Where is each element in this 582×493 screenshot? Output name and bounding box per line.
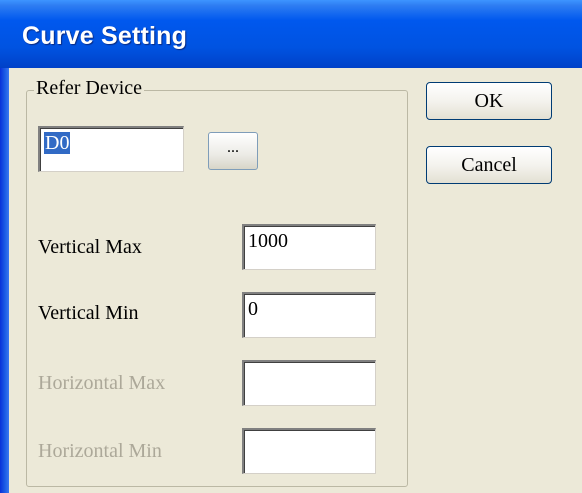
horizontal-min-input[interactable] (242, 428, 376, 474)
browse-device-button[interactable]: ... (208, 132, 258, 170)
horizontal-min-label: Horizontal Min (38, 440, 162, 462)
vertical-min-label: Vertical Min (38, 302, 139, 324)
window-frame-left (0, 68, 9, 493)
refer-device-value: D0 (44, 132, 71, 154)
vertical-max-label: Vertical Max (38, 236, 142, 258)
window-title: Curve Setting (22, 22, 188, 50)
vertical-min-input[interactable]: 0 (242, 292, 376, 338)
cancel-button[interactable]: Cancel (426, 146, 552, 184)
refer-device-input[interactable]: D0 (38, 126, 184, 172)
refer-device-group-label: Refer Device (34, 77, 145, 100)
vertical-max-input[interactable]: 1000 (242, 224, 376, 270)
horizontal-max-label: Horizontal Max (38, 372, 166, 394)
horizontal-max-input[interactable] (242, 360, 376, 406)
ok-button[interactable]: OK (426, 82, 552, 120)
title-bar[interactable]: Curve Setting (0, 0, 582, 68)
